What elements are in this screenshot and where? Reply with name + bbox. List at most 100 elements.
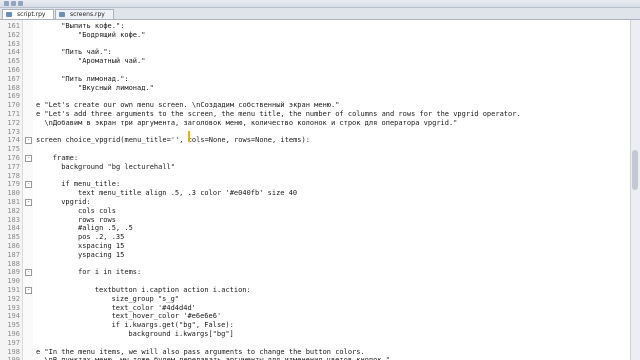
fold-toggle-icon[interactable]: -: [25, 155, 32, 162]
code-line[interactable]: 169: [0, 92, 631, 101]
line-number: 175: [7, 145, 20, 154]
code-line[interactable]: 176- frame:: [0, 154, 631, 163]
vertical-scrollbar[interactable]: [630, 20, 640, 360]
line-number: 179: [7, 180, 20, 189]
code-line[interactable]: 192 size_group "s_g": [0, 295, 631, 304]
file-icon: [6, 12, 12, 17]
code-text: "Пить чай.":: [61, 48, 112, 57]
code-text: frame:: [52, 154, 79, 162]
code-line[interactable]: 175: [0, 145, 631, 154]
code-line[interactable]: 180 text menu_title align .5, .3 color '#…: [0, 189, 631, 198]
code-text: yspacing 15: [78, 250, 125, 259]
code-line[interactable]: 190: [0, 277, 631, 286]
code-text: e "Let's add three arguments to the scre…: [36, 110, 521, 118]
code-text: \nДобавим в экран три аргумента, заголов…: [44, 118, 458, 127]
code-line[interactable]: 181- vpgrid:: [0, 198, 631, 207]
line-number: 169: [7, 92, 20, 101]
open-file-icon[interactable]: [11, 1, 16, 6]
fold-toggle-icon[interactable]: -: [25, 269, 32, 277]
line-number: 183: [7, 215, 20, 224]
fold-toggle-icon[interactable]: -: [25, 287, 32, 294]
line-number: 171: [7, 110, 20, 118]
code-line[interactable]: 172 \nДобавим в экран три аргумента, заго…: [0, 119, 631, 128]
fold-toggle-icon[interactable]: -: [25, 137, 32, 145]
tab-label: script.rpy: [17, 11, 46, 18]
code-line[interactable]: 177 background "bg lecturehall": [0, 163, 631, 172]
fold-toggle-icon[interactable]: -: [25, 199, 32, 206]
code-line[interactable]: 167 "Пить лимонад.":: [0, 75, 631, 84]
code-line[interactable]: 162 "Бодрящий кофе.": [0, 31, 631, 40]
code-line[interactable]: 196 background i.kwargs["bg"]: [0, 330, 631, 339]
code-line[interactable]: 188: [0, 260, 631, 269]
code-editor[interactable]: 161 "Выпить кофе.": 162 "Бодрящий кофе." 163…: [0, 20, 631, 360]
code-line[interactable]: 189- for i in items:: [0, 268, 631, 277]
code-line[interactable]: 197: [0, 339, 631, 348]
code-line[interactable]: 168 "Вкусный лимонад.": [0, 84, 631, 93]
scrollbar-thumb[interactable]: [632, 150, 638, 190]
line-number: 190: [7, 277, 20, 286]
code-line[interactable]: 191- textbutton i.caption action i.action…: [0, 286, 631, 295]
code-text: "Ароматный чай.": [78, 57, 146, 66]
line-number: 178: [7, 171, 20, 180]
line-number: 176: [7, 154, 20, 162]
line-number: 189: [7, 268, 20, 277]
code-line[interactable]: 163: [0, 40, 631, 49]
save-icon[interactable]: [18, 1, 23, 6]
code-text: #align .5, .5: [78, 224, 133, 233]
line-number: 173: [7, 127, 20, 136]
toolbar: [0, 0, 640, 8]
line-number: 168: [7, 83, 20, 92]
code-line[interactable]: 184 #align .5, .5: [0, 224, 631, 233]
line-number: 174: [7, 136, 20, 145]
code-line[interactable]: 198 e "In the menu items, we will also pa…: [0, 348, 631, 357]
code-line[interactable]: 161 "Выпить кофе.":: [0, 22, 631, 31]
code-line[interactable]: 182 cols cols: [0, 207, 631, 216]
line-number: 187: [7, 250, 20, 259]
code-line[interactable]: 179- if menu_title:: [0, 180, 631, 189]
line-number: 195: [7, 321, 20, 330]
code-text: pos .2, .35: [78, 233, 125, 242]
code-line[interactable]: 193 text_color '#4d4d4d': [0, 304, 631, 313]
code-line[interactable]: 170 e "Let's create our own menu screen. …: [0, 101, 631, 110]
line-number: 161: [7, 22, 20, 30]
line-number: 170: [7, 101, 20, 110]
code-line[interactable]: 171 e "Let's add three arguments to the s…: [0, 110, 631, 119]
line-number: 194: [7, 312, 20, 321]
code-line[interactable]: 164 "Пить чай.":: [0, 48, 631, 57]
code-text: xspacing 15: [78, 242, 125, 250]
code-text: cols cols: [78, 206, 116, 215]
code-line[interactable]: 183 rows rows: [0, 216, 631, 225]
code-text: e "In the menu items, we will also pass …: [36, 347, 365, 356]
code-line[interactable]: 174- screen choice_vpgrid(menu_title='', …: [0, 136, 631, 145]
line-number: 177: [7, 162, 20, 171]
code-line[interactable]: 195 if i.kwargs.get("bg", False):: [0, 321, 631, 330]
text-cursor-icon: [186, 131, 192, 142]
new-file-icon[interactable]: [4, 1, 9, 6]
code-text: size_group "s_g": [111, 294, 180, 303]
tab-screens[interactable]: screens.rpy: [55, 9, 114, 19]
code-line[interactable]: 178: [0, 172, 631, 181]
code-text: "Вкусный лимонад.": [78, 83, 154, 92]
line-number: 164: [7, 48, 20, 57]
tab-label: screens.rpy: [70, 11, 105, 18]
code-line[interactable]: 186 xspacing 15: [0, 242, 631, 251]
code-text: e "Let's create our own menu screen. \nС…: [36, 101, 340, 110]
fold-toggle-icon[interactable]: -: [25, 181, 32, 189]
line-number: 191: [7, 286, 20, 294]
line-number: 188: [7, 259, 20, 268]
code-text: background i.kwargs["bg"]: [128, 330, 234, 338]
code-line[interactable]: 173: [0, 128, 631, 137]
line-number: 162: [7, 30, 20, 39]
line-number: 199: [0, 356, 20, 360]
code-line[interactable]: 187 yspacing 15: [0, 251, 631, 260]
code-line[interactable]: 165 "Ароматный чай.": [0, 57, 631, 66]
code-line[interactable]: 199 \nВ пунктах меню, мы тоже будем перед…: [0, 356, 631, 360]
code-text: if i.kwargs.get("bg", False):: [111, 321, 234, 330]
line-number: 193: [7, 303, 20, 312]
tab-script[interactable]: script.rpy: [2, 9, 55, 19]
code-line[interactable]: 166: [0, 66, 631, 75]
line-number: 185: [7, 233, 20, 242]
code-line[interactable]: 194 text_hover_color '#e6e6e6': [0, 312, 631, 321]
line-number: 184: [7, 224, 20, 233]
code-line[interactable]: 185 pos .2, .35: [0, 233, 631, 242]
